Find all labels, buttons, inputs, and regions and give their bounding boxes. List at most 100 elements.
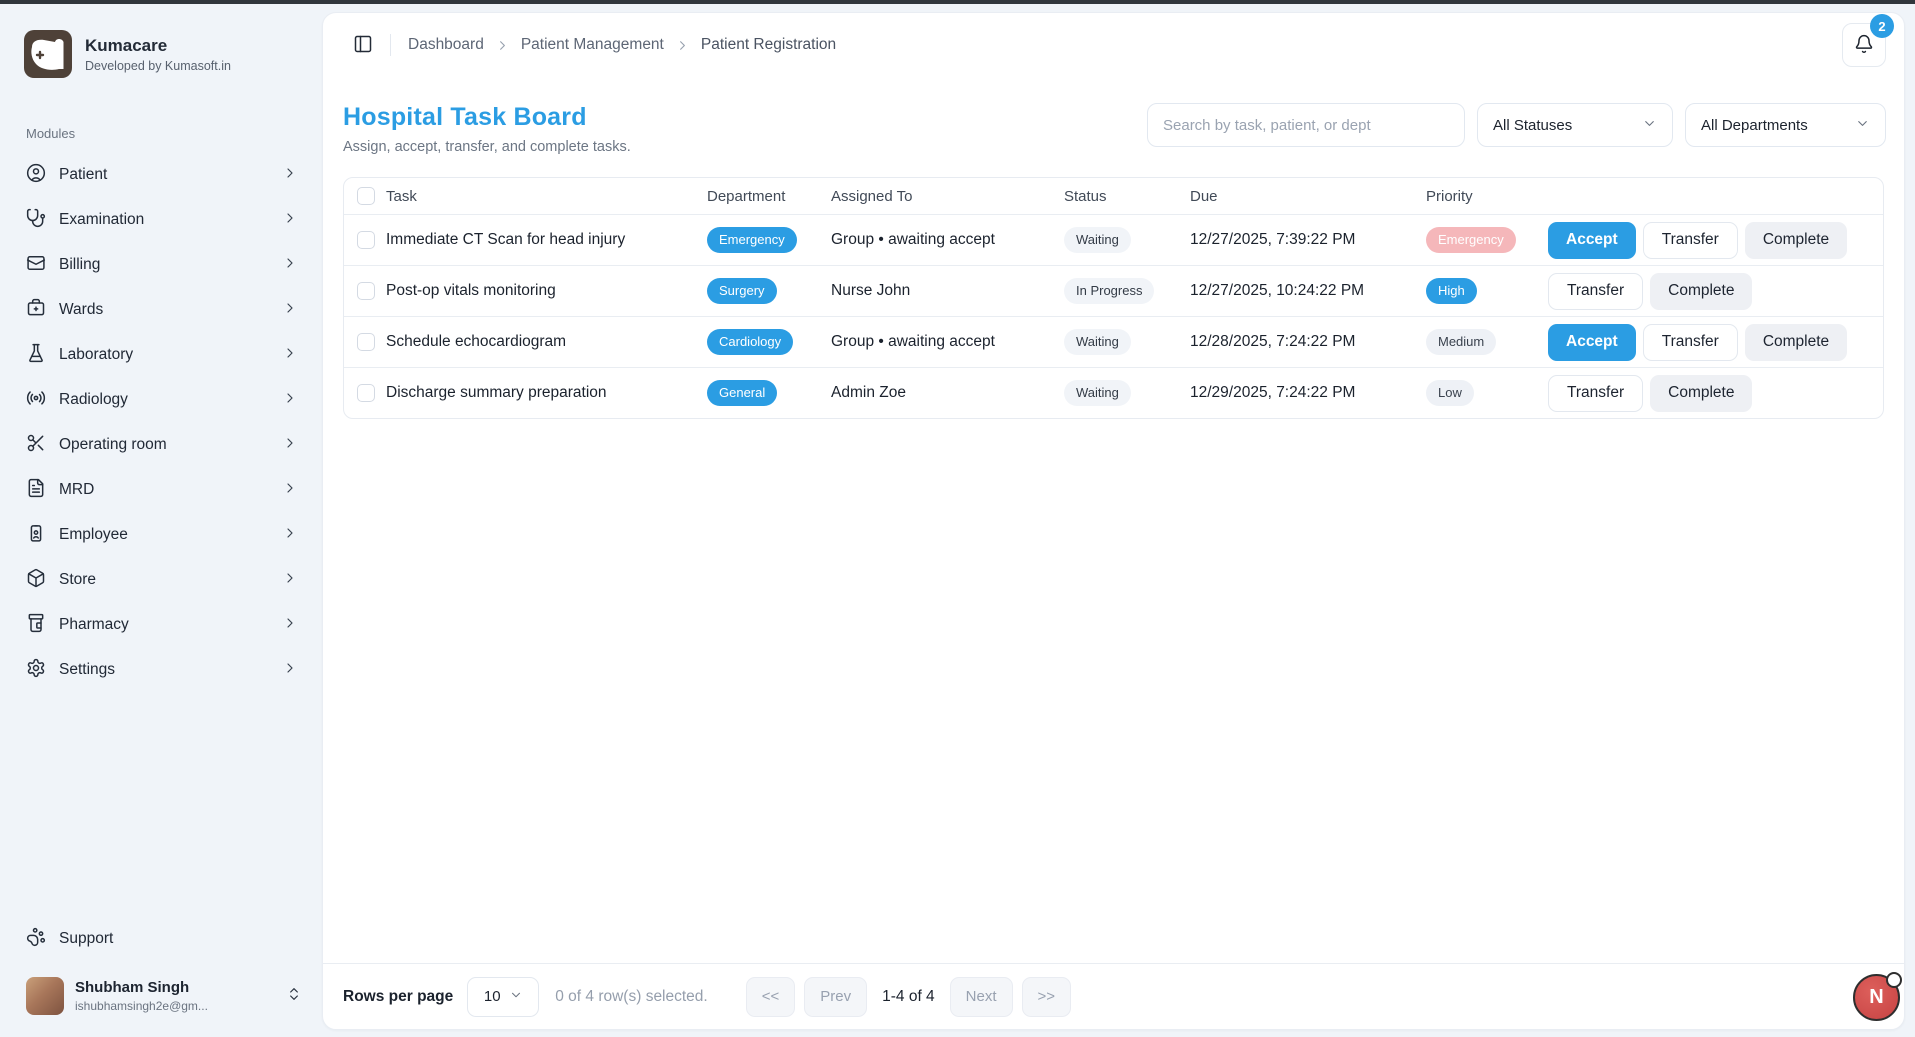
accept-button[interactable]: Accept: [1548, 222, 1636, 259]
chevron-down-icon: [1642, 116, 1657, 135]
column-header-department: Department: [707, 188, 831, 205]
main-panel: Dashboard Patient Management Patient Reg…: [322, 12, 1905, 1030]
assigned-to: Group • awaiting accept: [831, 231, 1064, 249]
status-badge: Waiting: [1064, 227, 1131, 253]
package-icon: [26, 568, 46, 593]
status-badge: Waiting: [1064, 329, 1131, 355]
flask-icon: [26, 343, 46, 368]
brand-logo: [24, 30, 72, 78]
panel-left-icon: [353, 34, 373, 57]
table-row: Schedule echocardiogram Cardiology Group…: [344, 316, 1883, 367]
sidebar-item-store[interactable]: Store: [24, 562, 304, 598]
page-head: Hospital Task Board Assign, accept, tran…: [323, 77, 1904, 155]
sidebar-item-label: Support: [59, 930, 113, 948]
sidebar-item-label: Settings: [59, 661, 115, 679]
department-badge: General: [707, 380, 777, 406]
chevron-right-icon: [282, 570, 298, 591]
complete-button[interactable]: Complete: [1745, 222, 1847, 259]
file-text-icon: [26, 478, 46, 503]
row-checkbox[interactable]: [357, 333, 375, 351]
notification-count-badge: 2: [1870, 14, 1894, 38]
prev-page-button[interactable]: Prev: [804, 977, 867, 1017]
breadcrumb: Dashboard Patient Management Patient Reg…: [408, 36, 836, 54]
column-header-priority: Priority: [1426, 188, 1548, 205]
complete-button[interactable]: Complete: [1650, 273, 1752, 310]
chevron-right-icon: [282, 390, 298, 411]
sidebar-item-label: Employee: [59, 526, 128, 544]
column-header-due: Due: [1190, 188, 1426, 205]
briefcase-medical-icon: [26, 298, 46, 323]
complete-button[interactable]: Complete: [1745, 324, 1847, 361]
mail-icon: [26, 253, 46, 278]
chevron-right-icon: [282, 345, 298, 366]
breadcrumb-dashboard[interactable]: Dashboard: [408, 36, 484, 54]
task-name: Immediate CT Scan for head injury: [386, 231, 707, 249]
row-actions: Accept Transfer Complete: [1548, 324, 1883, 361]
sidebar-item-label: Examination: [59, 211, 144, 229]
chevron-down-icon: [1855, 116, 1870, 135]
brand-name: Kumacare: [85, 35, 231, 56]
status-filter-select[interactable]: All Statuses: [1477, 103, 1673, 147]
chevron-right-icon: [675, 38, 690, 53]
sidebar-item-wards[interactable]: Wards: [24, 292, 304, 328]
next-page-button[interactable]: Next: [950, 977, 1013, 1017]
sidebar: Kumacare Developed by Kumasoft.in Module…: [0, 4, 322, 1037]
sidebar-item-billing[interactable]: Billing: [24, 247, 304, 283]
priority-badge: Low: [1426, 380, 1474, 406]
page-title: Hospital Task Board: [343, 103, 631, 132]
page-range-text: 1-4 of 4: [882, 988, 935, 1006]
brand-tagline: Developed by Kumasoft.in: [85, 59, 231, 73]
select-all-checkbox[interactable]: [357, 187, 375, 205]
sidebar-item-label: Radiology: [59, 391, 128, 409]
department-filter-select[interactable]: All Departments: [1685, 103, 1886, 147]
search-input[interactable]: [1147, 103, 1465, 147]
user-menu[interactable]: Shubham Singh ishubhamsingh2e@gm...: [24, 971, 304, 1021]
transfer-button[interactable]: Transfer: [1643, 222, 1738, 259]
row-checkbox[interactable]: [357, 282, 375, 300]
rows-per-page-label: Rows per page: [343, 988, 453, 1006]
department-badge: Emergency: [707, 227, 797, 253]
row-checkbox[interactable]: [357, 384, 375, 402]
sidebar-item-pharmacy[interactable]: Pharmacy: [24, 607, 304, 643]
sidebar-item-settings[interactable]: Settings: [24, 652, 304, 688]
chevron-down-icon: [509, 988, 523, 1006]
last-page-button[interactable]: >>: [1022, 977, 1072, 1017]
complete-button[interactable]: Complete: [1650, 375, 1752, 412]
sidebar-item-employee[interactable]: Employee: [24, 517, 304, 553]
rows-per-page-select[interactable]: 10: [467, 977, 539, 1017]
header-divider: [390, 34, 391, 56]
rows-per-page-value: 10: [484, 988, 501, 1005]
breadcrumb-patient-management[interactable]: Patient Management: [521, 36, 664, 54]
notifications: 2: [1842, 23, 1886, 67]
sidebar-toggle-button[interactable]: [353, 34, 373, 57]
chevron-right-icon: [282, 165, 298, 186]
circle-user-icon: [26, 163, 46, 188]
transfer-button[interactable]: Transfer: [1548, 273, 1643, 310]
sidebar-item-label: Store: [59, 571, 96, 589]
sidebar-item-label: Pharmacy: [59, 616, 129, 634]
user-name: Shubham Singh: [75, 979, 208, 997]
sidebar-item-support[interactable]: Support: [24, 921, 304, 957]
page-title-block: Hospital Task Board Assign, accept, tran…: [343, 103, 631, 155]
department-badge: Surgery: [707, 278, 777, 304]
sidebar-item-radiology[interactable]: Radiology: [24, 382, 304, 418]
accept-button[interactable]: Accept: [1548, 324, 1636, 361]
sidebar-item-laboratory[interactable]: Laboratory: [24, 337, 304, 373]
selection-summary: 0 of 4 row(s) selected.: [555, 988, 707, 1006]
paw-print-icon: [26, 927, 46, 952]
chevron-right-icon: [282, 615, 298, 636]
status-badge: In Progress: [1064, 278, 1154, 304]
due-date: 12/28/2025, 7:24:22 PM: [1190, 333, 1426, 351]
row-checkbox[interactable]: [357, 231, 375, 249]
sidebar-item-patient[interactable]: Patient: [24, 157, 304, 193]
sidebar-item-operating-room[interactable]: Operating room: [24, 427, 304, 463]
sidebar-item-examination[interactable]: Examination: [24, 202, 304, 238]
transfer-button[interactable]: Transfer: [1643, 324, 1738, 361]
sidebar-item-label: Patient: [59, 166, 107, 184]
transfer-button[interactable]: Transfer: [1548, 375, 1643, 412]
first-page-button[interactable]: <<: [746, 977, 796, 1017]
sidebar-item-mrd[interactable]: MRD: [24, 472, 304, 508]
user-avatar: [26, 977, 64, 1015]
column-header-status: Status: [1064, 188, 1190, 205]
sidebar-item-label: Laboratory: [59, 346, 133, 364]
